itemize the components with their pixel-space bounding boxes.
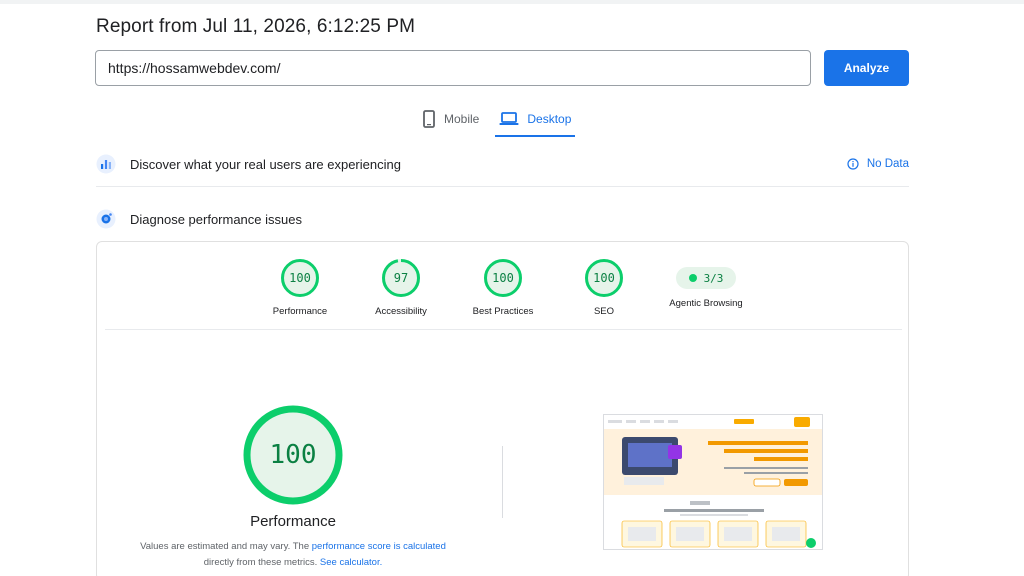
gauge-label: Performance bbox=[272, 306, 328, 317]
card-divider bbox=[105, 329, 902, 330]
tab-mobile[interactable]: Mobile bbox=[420, 106, 481, 132]
gauge-score: 100 bbox=[289, 271, 311, 285]
gauge-best-practices[interactable]: 100 Best Practices bbox=[458, 258, 548, 317]
no-data-label: No Data bbox=[866, 158, 909, 170]
phone-icon bbox=[423, 110, 435, 128]
vertical-separator bbox=[502, 446, 503, 518]
agentic-score: 3/3 bbox=[703, 271, 724, 285]
no-data-link[interactable]: No Data bbox=[847, 158, 909, 170]
gauge-agentic-browsing[interactable]: 3/3 Agentic Browsing bbox=[661, 258, 751, 309]
laptop-icon bbox=[499, 112, 519, 125]
page-screenshot-thumbnail bbox=[603, 414, 823, 550]
gauge-score: 100 bbox=[593, 271, 615, 285]
device-tabs: Mobile Desktop bbox=[420, 106, 576, 137]
url-input[interactable] bbox=[95, 50, 811, 86]
gauge-ring: 97 bbox=[381, 258, 421, 298]
performance-big-gauge: 100 bbox=[242, 404, 344, 506]
gauge-seo[interactable]: 100 SEO bbox=[559, 258, 649, 317]
note-text: directly from these metrics. bbox=[203, 557, 320, 568]
performance-title: Performance bbox=[250, 513, 336, 530]
field-data-section: Discover what your real users are experi… bbox=[96, 149, 909, 179]
score-calculated-link[interactable]: performance score is calculated bbox=[312, 541, 446, 552]
tab-desktop-label: Desktop bbox=[527, 112, 572, 126]
info-icon bbox=[847, 158, 859, 170]
tab-desktop[interactable]: Desktop bbox=[495, 106, 576, 137]
gauge-ring: 100 bbox=[483, 258, 523, 298]
gauge-label: Best Practices bbox=[472, 306, 534, 317]
gauge-performance[interactable]: 100 Performance bbox=[255, 258, 345, 317]
gauge-label: Accessibility bbox=[375, 306, 427, 317]
diagnose-section: Diagnose performance issues bbox=[96, 204, 909, 234]
analyze-button[interactable]: Analyze bbox=[824, 50, 909, 86]
gauge-label: SEO bbox=[593, 306, 615, 317]
gauge-score: 100 bbox=[492, 271, 514, 285]
performance-note: Values are estimated and may vary. The p… bbox=[127, 539, 459, 571]
performance-big-score: 100 bbox=[269, 440, 317, 470]
gauge-ring: 100 bbox=[280, 258, 320, 298]
gauge-score: 97 bbox=[393, 271, 409, 285]
users-chart-icon bbox=[96, 154, 116, 174]
diagnose-title: Diagnose performance issues bbox=[130, 211, 302, 227]
page-title: Report from Jul 11, 2026, 6:12:25 PM bbox=[96, 16, 416, 37]
gauge-accessibility[interactable]: 97 Accessibility bbox=[356, 258, 446, 317]
section-divider bbox=[96, 186, 909, 187]
lab-diagnose-icon bbox=[96, 209, 116, 229]
agentic-badge: 3/3 bbox=[676, 267, 736, 289]
report-card: 100 Performance 97 Accessibility 100 Bes… bbox=[96, 241, 909, 576]
top-border bbox=[0, 0, 1024, 4]
gauge-ring: 100 bbox=[584, 258, 624, 298]
gauge-label: Agentic Browsing bbox=[669, 298, 743, 309]
field-data-title: Discover what your real users are experi… bbox=[130, 156, 401, 172]
note-text: Values are estimated and may vary. The bbox=[140, 541, 312, 552]
see-calculator-link[interactable]: See calculator. bbox=[320, 557, 382, 568]
pass-dot-icon bbox=[688, 274, 697, 282]
score-gauges: 100 Performance 97 Accessibility 100 Bes… bbox=[97, 258, 910, 322]
tab-mobile-label: Mobile bbox=[444, 112, 480, 126]
